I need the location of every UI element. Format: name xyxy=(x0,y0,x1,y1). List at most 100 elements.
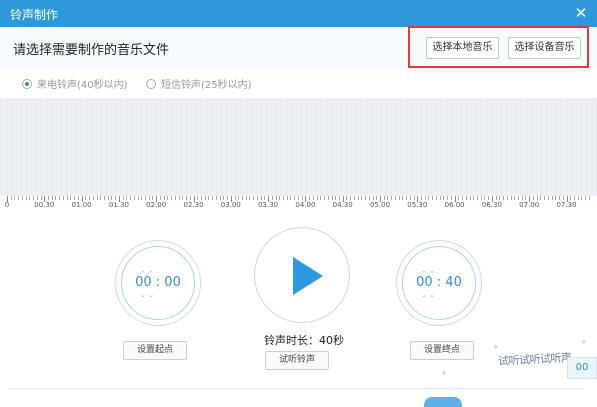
ruler-tick xyxy=(21,196,23,200)
start-time-dial[interactable]: ⌃ ⌃ 00 : 00 ⌄ ⌄ xyxy=(115,240,201,326)
ruler-tick xyxy=(573,196,575,200)
ruler-tick xyxy=(62,196,64,200)
end-down-caret-icon: ⌄ ⌄ xyxy=(421,291,435,299)
radio-sms-ringtone[interactable]: 短信铃声(25秒以内) xyxy=(146,76,252,91)
ruler-tick xyxy=(432,196,434,200)
ruler-tick xyxy=(361,196,363,200)
bottom-button-partial[interactable] xyxy=(424,397,462,407)
ruler-tick xyxy=(428,196,430,200)
ruler-tick xyxy=(70,196,72,200)
play-icon xyxy=(293,257,323,295)
ruler-tick xyxy=(480,196,482,200)
waveform-stripes xyxy=(0,98,597,196)
ruler-tick xyxy=(204,196,206,200)
end-time-dial[interactable]: ⌃ ⌃ 00 : 40 ⌄ ⌄ xyxy=(396,240,482,326)
ruler-tick xyxy=(398,196,400,200)
listen-button[interactable]: 试听铃声 xyxy=(265,351,329,370)
ruler-tick xyxy=(562,196,564,200)
radio-incoming-ringtone[interactable]: 来电铃声(40秒以内) xyxy=(22,76,128,91)
ruler-tick xyxy=(350,196,352,200)
ruler-tick xyxy=(212,196,214,200)
ruler-tick xyxy=(435,196,437,200)
ruler-tick xyxy=(503,196,505,200)
set-start-button[interactable]: 设置起点 xyxy=(123,341,187,360)
ruler-tick xyxy=(227,196,229,200)
divider xyxy=(8,388,584,389)
ruler-tick xyxy=(178,196,180,200)
ruler-tick xyxy=(297,196,299,200)
ringtone-duration: 铃声时长：40秒 xyxy=(264,334,344,347)
ruler-tick xyxy=(122,196,124,200)
ruler-tick xyxy=(159,196,161,200)
ruler-tick-label: 06.30 xyxy=(481,201,502,209)
ruler-tick-label: 07.00 xyxy=(519,201,540,209)
ruler-tick xyxy=(465,196,467,200)
ruler-tick xyxy=(376,196,378,200)
ruler-tick xyxy=(85,196,87,200)
ruler-tick xyxy=(189,196,191,200)
ruler-tick xyxy=(368,196,370,200)
ruler-tick xyxy=(324,196,326,200)
ruler-tick xyxy=(327,196,329,200)
ruler-tick-label: 03.00 xyxy=(220,201,241,209)
ruler-tick xyxy=(357,196,359,200)
ruler-tick xyxy=(271,196,273,200)
ruler-tick xyxy=(55,196,57,200)
ruler-tick xyxy=(346,196,348,200)
ruler-tick xyxy=(544,196,546,200)
waveform-area[interactable] xyxy=(0,98,597,196)
ruler-tick-label: 0 xyxy=(4,201,10,209)
ruler-tick xyxy=(559,196,561,200)
ruler-tick-label: 05.30 xyxy=(407,201,428,209)
ruler-tick-label: 04.30 xyxy=(332,201,353,209)
ruler-tick xyxy=(29,196,31,200)
radio-incoming-label: 来电铃声(40秒以内) xyxy=(37,80,128,91)
ruler-tick xyxy=(126,196,128,200)
ruler-tick xyxy=(488,196,490,200)
ruler-tick xyxy=(316,196,318,200)
ruler-tick xyxy=(186,196,188,200)
ruler-tick xyxy=(320,196,322,200)
ruler-tick xyxy=(197,196,199,200)
corner-badge: 00 xyxy=(567,357,597,379)
ruler-tick xyxy=(111,196,113,200)
ruler-tick xyxy=(241,196,243,200)
radio-checked-icon xyxy=(22,79,32,89)
ruler-tick xyxy=(260,196,262,200)
ruler-tick xyxy=(525,196,527,200)
ruler-tick xyxy=(163,196,165,200)
ruler-tick xyxy=(473,196,475,200)
select-local-music-button[interactable]: 选择本地音乐 xyxy=(426,37,499,59)
ruler-tick xyxy=(413,196,415,200)
radio-sms-label: 短信铃声(25秒以内) xyxy=(161,80,252,91)
page-title: 请选择需要制作的音乐文件 xyxy=(13,43,170,58)
play-button[interactable] xyxy=(254,227,350,323)
set-end-button[interactable]: 设置终点 xyxy=(410,341,474,360)
title-bar: 铃声制作 ✕ xyxy=(0,0,597,27)
radio-unchecked-icon xyxy=(146,79,156,89)
ruler-tick xyxy=(521,196,523,200)
ruler-tick xyxy=(171,196,173,200)
ruler-tick xyxy=(577,196,579,200)
ruler-tick xyxy=(25,196,27,200)
ruler-tick xyxy=(66,196,68,200)
select-device-music-button[interactable]: 选择设备音乐 xyxy=(508,37,581,59)
ruler-tick-label: 02.00 xyxy=(146,201,167,209)
ruler-tick xyxy=(443,196,445,200)
ruler-tick xyxy=(249,196,251,200)
ruler-tick xyxy=(294,196,296,200)
ruler-tick xyxy=(182,196,184,200)
ruler-tick xyxy=(394,196,396,200)
ruler-tick xyxy=(74,196,76,200)
ruler-tick xyxy=(514,196,516,200)
ruler-tick xyxy=(499,196,501,200)
ruler-tick xyxy=(286,196,288,200)
ruler-tick xyxy=(148,196,150,200)
ruler-tick xyxy=(77,196,79,200)
ruler-tick xyxy=(167,196,169,200)
close-icon[interactable]: ✕ xyxy=(573,4,589,22)
ruler-tick xyxy=(555,196,557,200)
ruler-tick xyxy=(495,196,497,200)
ruler-tick xyxy=(264,196,266,200)
ruler-tick xyxy=(96,196,98,200)
